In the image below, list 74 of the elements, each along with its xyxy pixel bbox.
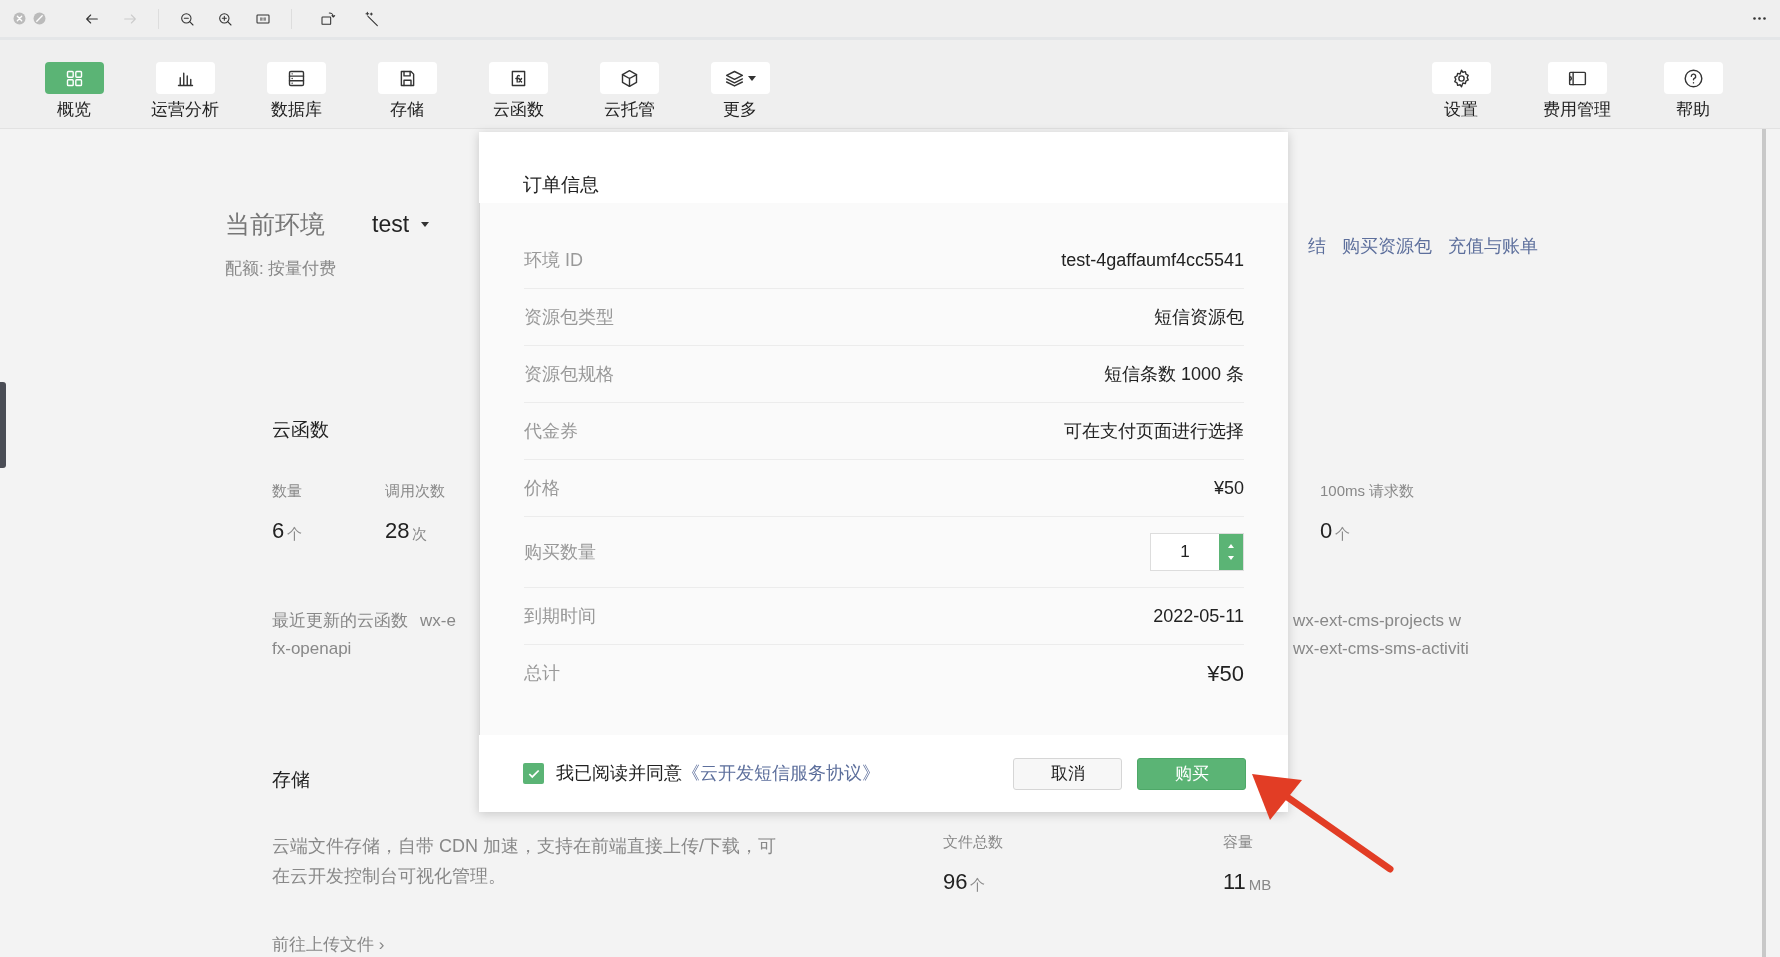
quantity-stepper[interactable]: 1 [1150, 533, 1244, 571]
field-value: 短信条数 1000 条 [1103, 362, 1244, 386]
toolbar-tab[interactable]: 数据库 [262, 62, 330, 121]
zoom-out-button[interactable] [179, 10, 195, 27]
environment-dropdown[interactable]: test [372, 207, 430, 242]
zoom-in-icon [217, 10, 233, 27]
agreement-text: 我已阅读并同意 [556, 762, 682, 785]
rotate-icon [320, 10, 336, 27]
toolbar-tab[interactable]: 运营分析 [151, 62, 219, 121]
toolbar-tab[interactable]: 设置 [1427, 62, 1495, 121]
stat-label: 调用次数 [385, 480, 445, 501]
field-value: 2022-05-11 [1153, 604, 1244, 628]
environment-link[interactable]: 结 [1308, 233, 1326, 260]
field-value: 可在支付页面进行选择 [1064, 419, 1244, 443]
stat-value: 0 [1320, 519, 1333, 543]
more-icon [1753, 17, 1766, 20]
stat-value: 6 [272, 519, 285, 543]
environment-link[interactable]: 充值与账单 [1448, 233, 1538, 260]
stat-value: 11 [1223, 870, 1246, 894]
stat-value: 28 [385, 519, 410, 543]
field-value: 短信资源包 [1154, 305, 1244, 329]
field-label: 总计 [524, 662, 560, 685]
field-label: 资源包类型 [524, 305, 614, 329]
stat-unit: 个 [1335, 525, 1351, 543]
caret-icon [748, 75, 756, 81]
field-value: test-4gaffaumf4cc5541 [1061, 248, 1244, 272]
minimize-icon [33, 12, 46, 25]
stat-unit: 个 [970, 876, 986, 894]
section-title: 云函数 [272, 418, 329, 442]
stat-label: 数量 [272, 480, 302, 501]
side-handle[interactable] [0, 382, 6, 468]
section-title: 存储 [272, 768, 310, 792]
magic-wand-icon [364, 10, 380, 27]
toolbar-tab[interactable]: 概览 [40, 62, 108, 121]
toolbar-tab[interactable]: 帮助 [1659, 62, 1727, 121]
toolbar-tab[interactable]: 费用管理 [1543, 62, 1611, 121]
stat-label: 容量 [1223, 831, 1253, 852]
agreement-link[interactable]: 《云开发短信服务协议》 [682, 760, 880, 787]
decrement-icon[interactable] [1228, 556, 1234, 560]
storage-description: 云端文件存储，自带 CDN 加速，支持在前端直接上传/下载，可在云开发控制台可视化管理。 [272, 834, 777, 888]
field-label: 代金券 [524, 419, 578, 443]
zoom-out-icon [179, 10, 195, 27]
more-button[interactable] [1753, 17, 1766, 20]
toolbar-tab[interactable]: 云函数 [484, 62, 552, 121]
help-icon [1682, 67, 1704, 89]
toolbar-tab[interactable]: 更多 [706, 62, 774, 121]
stat-value: 96 [943, 870, 968, 894]
field-label: 环境 ID [524, 248, 583, 272]
quota-text: 配额: 按量付费 [225, 257, 338, 280]
field-label: 购买数量 [524, 540, 596, 564]
stat-unit: 个 [287, 525, 303, 543]
magic-wand-button[interactable] [364, 10, 380, 27]
close-icon [13, 12, 26, 25]
toolbar-tab[interactable]: 存储 [373, 62, 441, 121]
stat-unit: MB [1248, 876, 1272, 894]
field-label: 资源包规格 [524, 362, 614, 386]
total-value: ¥50 [1207, 660, 1244, 688]
dialog-title: 订单信息 [523, 172, 599, 197]
environment-label: 当前环境 [225, 209, 325, 240]
toolbar-tab[interactable]: 云托管 [595, 62, 663, 121]
field-value: ¥50 [1213, 476, 1244, 500]
caret-icon [421, 221, 430, 227]
field-label: 到期时间 [524, 604, 596, 628]
recent-functions-label: 最近更新的云函数 [272, 610, 408, 632]
field-label: 价格 [524, 476, 560, 500]
increment-icon[interactable] [1228, 544, 1234, 548]
rotate-button[interactable] [320, 10, 336, 27]
cancel-button[interactable]: 取消 [1013, 757, 1122, 790]
environment-link[interactable]: 购买资源包 [1342, 233, 1432, 260]
agreement-checkbox[interactable] [523, 763, 544, 784]
zoom-in-button[interactable] [217, 10, 233, 27]
stat-label: 文件总数 [943, 831, 1003, 852]
stat-label: 100ms 请求数 [1320, 480, 1415, 501]
stat-unit: 次 [412, 525, 428, 543]
